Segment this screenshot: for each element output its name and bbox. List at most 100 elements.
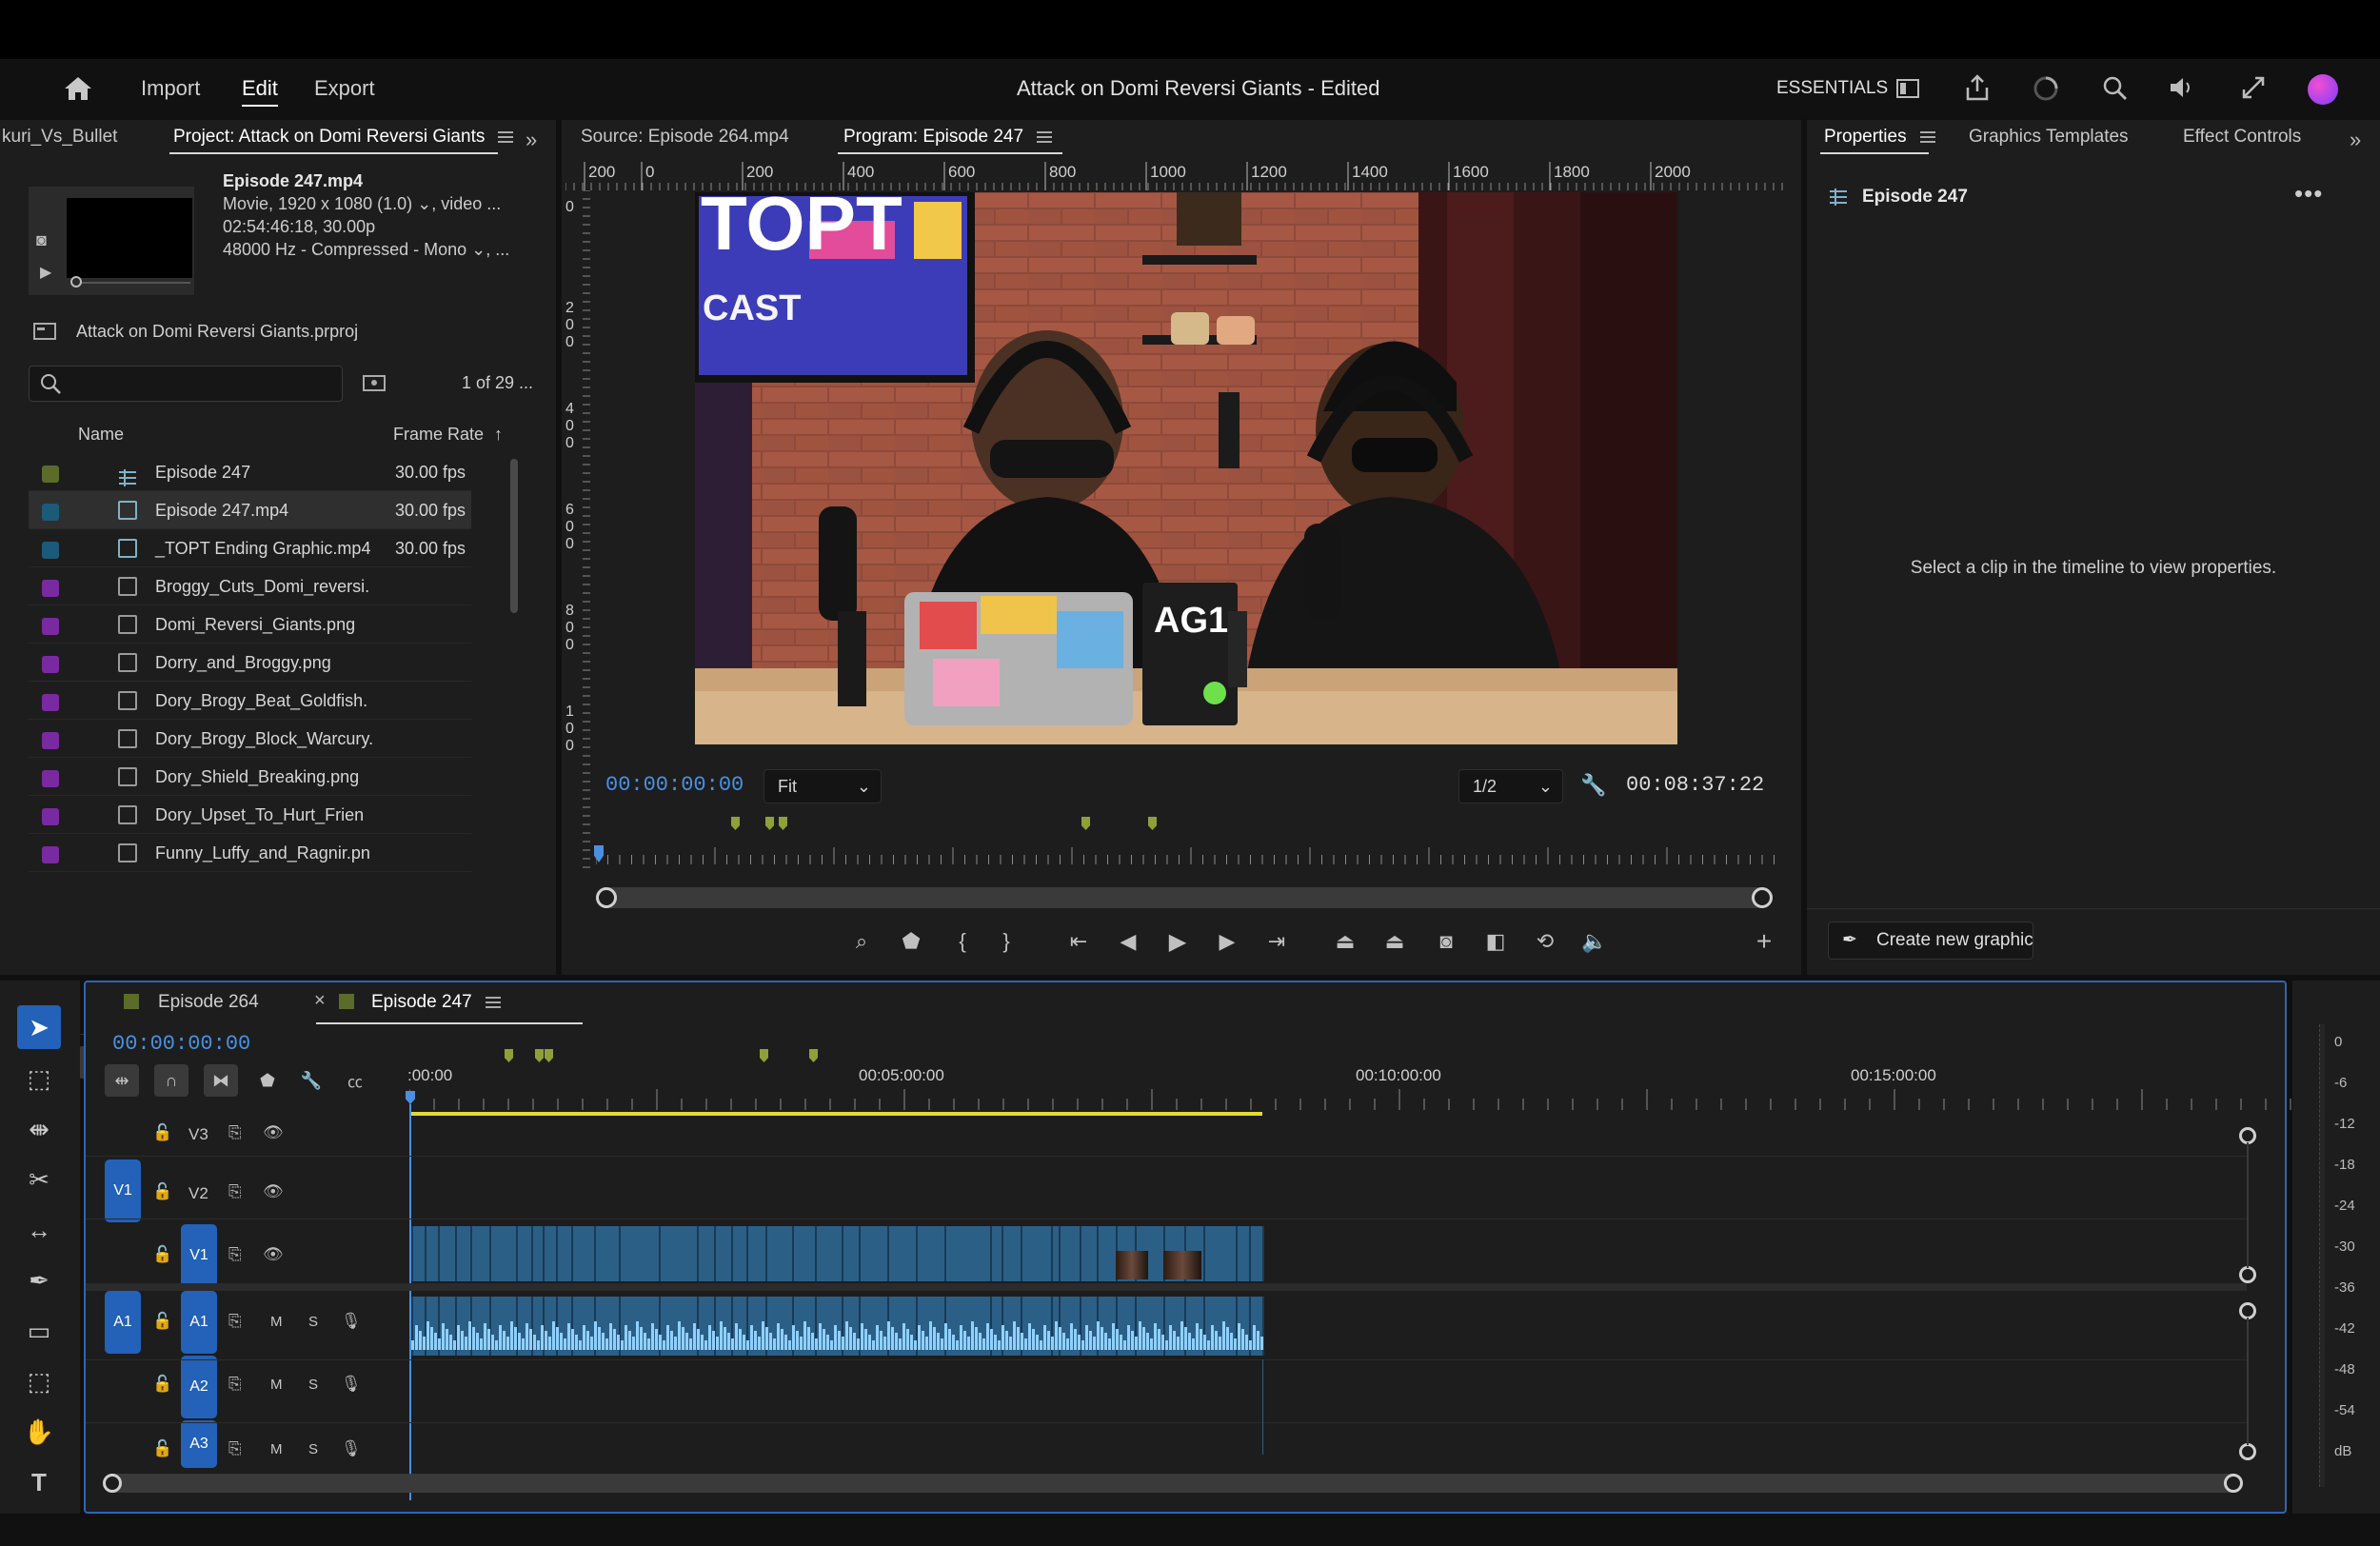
mark-out-icon[interactable]: }: [990, 925, 1022, 958]
label-color-swatch[interactable]: [42, 656, 59, 673]
label-color-swatch[interactable]: [42, 694, 59, 711]
add-marker-icon[interactable]: ⬟: [253, 1066, 282, 1095]
track-target-a1[interactable]: A1: [181, 1291, 217, 1354]
timeline-zoom-left-handle[interactable]: [103, 1474, 122, 1493]
nav-import[interactable]: Import: [141, 76, 200, 101]
project-list-item[interactable]: Episode 247.mp4 30.00 fps: [29, 491, 471, 529]
button-editor-icon[interactable]: +: [1748, 925, 1780, 958]
play-icon[interactable]: ▶: [40, 263, 51, 282]
mute-button[interactable]: M: [270, 1441, 283, 1457]
lock-icon[interactable]: 🔓: [152, 1439, 172, 1458]
voiceover-mic-icon[interactable]: 🎙: [341, 1439, 362, 1458]
sync-lock-icon[interactable]: ⎘: [228, 1123, 242, 1142]
label-color-swatch[interactable]: [42, 542, 59, 559]
marker-search-icon[interactable]: ⌕: [845, 925, 878, 958]
panel-overflow-icon[interactable]: »: [526, 128, 537, 152]
label-color-swatch[interactable]: [42, 466, 59, 483]
panel-menu-icon[interactable]: [498, 129, 514, 146]
comparison-view-icon[interactable]: ◧: [1479, 925, 1512, 958]
tab-project[interactable]: Project: Attack on Domi Reversi Giants: [173, 120, 514, 154]
clip-edit-point[interactable]: [746, 1226, 748, 1281]
tab-graphics-templates[interactable]: Graphics Templates: [1969, 120, 2129, 154]
type-tool-icon[interactable]: T: [17, 1460, 61, 1504]
share-icon[interactable]: [1963, 72, 1992, 103]
clip-edit-point[interactable]: [556, 1226, 558, 1281]
new-bin-search-icon[interactable]: [362, 371, 388, 394]
home-icon[interactable]: [59, 74, 97, 103]
label-color-swatch[interactable]: [42, 504, 59, 521]
marker[interactable]: [535, 1049, 544, 1062]
project-list-item[interactable]: Dory_Upset_To_Hurt_Frien: [29, 796, 471, 834]
create-new-graphic-button[interactable]: ✒ Create new graphic: [1828, 922, 2033, 960]
camera-icon[interactable]: ◙: [36, 230, 47, 250]
tab-effect-controls[interactable]: Effect Controls: [2183, 120, 2301, 154]
volume-icon[interactable]: [2167, 73, 2199, 102]
tab-program[interactable]: Program: Episode 247: [843, 120, 1053, 154]
panel-layout-icon[interactable]: [1894, 75, 1921, 102]
timeline-ruler-ticks[interactable]: [409, 1089, 2294, 1110]
audio-tracks-scroll-bottom[interactable]: [2239, 1443, 2256, 1460]
add-marker-icon[interactable]: ⬟: [895, 925, 927, 958]
clip-edit-point[interactable]: [489, 1226, 491, 1281]
project-list-item[interactable]: Dory_Brogy_Beat_Goldfish.: [29, 682, 471, 720]
progress-circle-icon[interactable]: [2032, 74, 2060, 103]
creative-cloud-icon[interactable]: [2308, 74, 2338, 105]
settings-wrench-icon[interactable]: 🔧: [1580, 773, 1606, 798]
program-video-frame[interactable]: TOPT CAST AG1: [695, 192, 1677, 744]
lock-icon[interactable]: 🔓: [152, 1375, 172, 1394]
track-target-a2[interactable]: A2: [181, 1356, 217, 1418]
export-frame-icon[interactable]: ◙: [1430, 925, 1462, 958]
marker[interactable]: [779, 817, 787, 830]
chevron-down-icon[interactable]: ⌄: [471, 240, 486, 259]
rectangle-tool-icon[interactable]: ▭: [17, 1309, 61, 1353]
fullscreen-icon[interactable]: [2239, 73, 2268, 102]
zoom-scrollbar-right-handle[interactable]: [1752, 887, 1773, 908]
tab-kuri-vs-bullet[interactable]: kuri_Vs_Bullet: [2, 120, 117, 154]
clip-edit-point[interactable]: [944, 1226, 946, 1281]
nav-edit[interactable]: Edit: [242, 76, 278, 107]
marker[interactable]: [505, 1049, 513, 1062]
program-zoom-scrollbar[interactable]: [596, 887, 1773, 908]
clip-edit-point[interactable]: [594, 1226, 596, 1281]
label-color-swatch[interactable]: [42, 618, 59, 635]
solo-button[interactable]: S: [308, 1314, 318, 1330]
step-forward-icon[interactable]: ▶: [1211, 925, 1243, 958]
project-list-item[interactable]: Funny_Luffy_and_Ragnir.pn: [29, 834, 471, 872]
column-frame-rate[interactable]: Frame Rate ↑: [393, 425, 503, 445]
clip-edit-point[interactable]: [659, 1226, 661, 1281]
thumb-scrubber[interactable]: [72, 282, 190, 284]
column-name[interactable]: Name: [78, 425, 124, 445]
a1-clip-group[interactable]: [411, 1297, 1264, 1356]
clip-edit-point[interactable]: [1262, 1226, 1264, 1281]
insert-sequence-icon[interactable]: ⇹: [105, 1064, 139, 1097]
linked-selection-icon[interactable]: ⧓: [204, 1064, 238, 1097]
clip-edit-point[interactable]: [1059, 1226, 1061, 1281]
label-color-swatch[interactable]: [42, 808, 59, 825]
clip-edit-point[interactable]: [990, 1226, 992, 1281]
close-tab-icon[interactable]: ×: [314, 990, 326, 1012]
thumb-playhead[interactable]: [70, 276, 82, 287]
clip-edit-point[interactable]: [842, 1226, 843, 1281]
tab-properties[interactable]: Properties: [1824, 120, 1935, 154]
tab-episode-264[interactable]: Episode 264: [158, 992, 259, 1013]
source-patch-a1[interactable]: A1: [105, 1291, 141, 1354]
marker[interactable]: [809, 1049, 818, 1062]
track-target-v1[interactable]: V1: [181, 1224, 217, 1287]
video-tracks-scrollbar[interactable]: [2247, 1142, 2249, 1268]
go-to-out-icon[interactable]: ⇥: [1260, 925, 1293, 958]
clip-edit-point[interactable]: [887, 1226, 889, 1281]
zoom-fit-dropdown[interactable]: Fit ⌄: [764, 769, 882, 803]
slip-tool-icon[interactable]: ↔: [17, 1208, 61, 1252]
track-target-a3[interactable]: A3: [181, 1420, 217, 1468]
voiceover-mic-icon[interactable]: 🎙: [341, 1312, 362, 1331]
clip-edit-point[interactable]: [815, 1226, 817, 1281]
project-list-item[interactable]: Domi_Reversi_Giants.png: [29, 605, 471, 644]
project-list-item[interactable]: _TOPT Ending Graphic.mp4 30.00 fps: [29, 529, 471, 567]
captions-icon[interactable]: ㏄: [339, 1066, 371, 1095]
panel-menu-icon[interactable]: [485, 994, 501, 1011]
search-ai-icon[interactable]: [2100, 73, 2129, 102]
zoom-scrollbar-left-handle[interactable]: [596, 887, 617, 908]
go-to-in-icon[interactable]: ⇤: [1062, 925, 1095, 958]
mute-button[interactable]: M: [270, 1314, 283, 1330]
marker[interactable]: [545, 1049, 553, 1062]
